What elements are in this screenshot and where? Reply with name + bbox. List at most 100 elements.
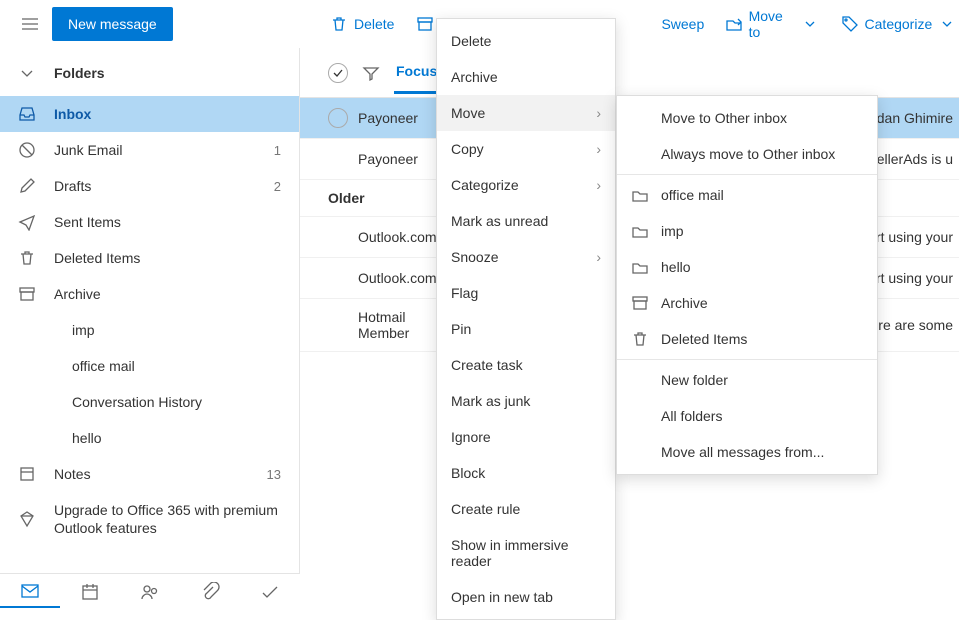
sub-folder-officemail[interactable]: office mail <box>617 177 877 213</box>
send-icon <box>18 213 36 231</box>
sidebar-item-label: Sent Items <box>36 214 281 230</box>
bottom-bar <box>0 573 300 609</box>
trash-icon <box>18 249 36 267</box>
tb-categorize[interactable]: Categorize <box>831 9 959 39</box>
sidebar-item-label: Inbox <box>36 106 281 122</box>
select-all-toggle[interactable] <box>328 63 348 83</box>
archive-icon <box>631 295 649 311</box>
focused-icon <box>362 64 380 82</box>
ctx-immersive-reader[interactable]: Show in immersive reader <box>437 527 615 579</box>
folders-label: Folders <box>54 65 105 81</box>
sidebar-item-label: office mail <box>36 358 281 374</box>
sub-move-all-from[interactable]: Move all messages from... <box>617 434 877 470</box>
trash-icon <box>631 331 649 347</box>
chevron-right-icon: › <box>596 141 601 157</box>
sidebar-item-label: imp <box>36 322 281 338</box>
sidebar: Folders Inbox Junk Email 1 Drafts 2 Sent… <box>0 48 300 573</box>
tb-sweep-label: Sweep <box>661 16 704 32</box>
archive-icon <box>416 15 434 33</box>
chevron-right-icon: › <box>596 105 601 121</box>
sidebar-hello[interactable]: hello <box>0 420 299 456</box>
sub-new-folder[interactable]: New folder <box>617 362 877 398</box>
move-submenu: Move to Other inbox Always move to Other… <box>616 95 878 475</box>
tb-sweep[interactable]: Sweep <box>651 10 712 38</box>
sidebar-notes[interactable]: Notes 13 <box>0 456 299 492</box>
ctx-delete[interactable]: Delete <box>437 23 615 59</box>
sidebar-upgrade[interactable]: Upgrade to Office 365 with premium Outlo… <box>0 492 299 546</box>
chevron-down-icon <box>938 15 956 33</box>
sub-move-other[interactable]: Move to Other inbox <box>617 100 877 136</box>
chevron-right-icon: › <box>596 249 601 265</box>
sidebar-item-label: Deleted Items <box>36 250 281 266</box>
nav-attach-icon[interactable] <box>180 576 240 608</box>
sidebar-item-label: Upgrade to Office 365 with premium Outlo… <box>36 501 281 537</box>
sidebar-item-label: Archive <box>36 286 281 302</box>
nav-mail-icon[interactable] <box>0 576 60 608</box>
ctx-pin[interactable]: Pin <box>437 311 615 347</box>
context-menu: Delete Archive Move› Copy› Categorize› M… <box>436 18 616 620</box>
sidebar-sent[interactable]: Sent Items <box>0 204 299 240</box>
folders-header[interactable]: Folders <box>0 48 299 96</box>
archive-icon <box>18 285 36 303</box>
diamond-icon <box>18 510 36 528</box>
sidebar-archive[interactable]: Archive <box>0 276 299 312</box>
sidebar-imp[interactable]: imp <box>0 312 299 348</box>
ctx-create-rule[interactable]: Create rule <box>437 491 615 527</box>
message-preview: pellerAds is u <box>869 151 953 167</box>
tb-delete-label: Delete <box>354 16 394 32</box>
sub-always-move-other[interactable]: Always move to Other inbox <box>617 136 877 172</box>
nav-people-icon[interactable] <box>120 576 180 608</box>
separator <box>617 174 877 175</box>
chevron-down-icon <box>802 15 819 33</box>
nav-calendar-icon[interactable] <box>60 576 120 608</box>
ctx-flag[interactable]: Flag <box>437 275 615 311</box>
ctx-copy[interactable]: Copy› <box>437 131 615 167</box>
sidebar-deleted[interactable]: Deleted Items <box>0 240 299 276</box>
ctx-mark-junk[interactable]: Mark as junk <box>437 383 615 419</box>
count-badge: 13 <box>267 467 281 482</box>
tb-delete[interactable]: Delete <box>320 9 404 39</box>
folder-icon <box>631 187 649 203</box>
ctx-ignore[interactable]: Ignore <box>437 419 615 455</box>
select-circle[interactable] <box>328 108 348 128</box>
sidebar-junk[interactable]: Junk Email 1 <box>0 132 299 168</box>
toolbar-actions: Delete Archive Sweep Move to Categorize … <box>320 0 959 48</box>
tag-icon <box>841 15 859 33</box>
sidebar-item-label: hello <box>36 430 281 446</box>
sub-folder-imp[interactable]: imp <box>617 213 877 249</box>
hamburger-icon[interactable] <box>14 8 46 40</box>
tb-moveto-label: Move to <box>749 8 796 40</box>
count-badge: 1 <box>274 143 281 158</box>
block-icon <box>18 141 36 159</box>
pencil-icon <box>18 177 36 195</box>
list-header: Focused <box>300 48 959 98</box>
nav-todo-icon[interactable] <box>240 576 300 608</box>
sidebar-conversation-history[interactable]: Conversation History <box>0 384 299 420</box>
inbox-icon <box>18 105 36 123</box>
tb-move-to[interactable]: Move to <box>715 2 829 46</box>
folder-icon <box>631 223 649 239</box>
new-message-button[interactable]: New message <box>52 7 173 41</box>
sub-folder-deleted[interactable]: Deleted Items <box>617 321 877 357</box>
sub-all-folders[interactable]: All folders <box>617 398 877 434</box>
ctx-snooze[interactable]: Snooze› <box>437 239 615 275</box>
sidebar-drafts[interactable]: Drafts 2 <box>0 168 299 204</box>
ctx-archive[interactable]: Archive <box>437 59 615 95</box>
sidebar-item-label: Junk Email <box>36 142 274 158</box>
sidebar-item-label: Notes <box>36 466 267 482</box>
ctx-move[interactable]: Move› <box>437 95 615 131</box>
ctx-mark-unread[interactable]: Mark as unread <box>437 203 615 239</box>
ctx-open-new-tab[interactable]: Open in new tab <box>437 579 615 615</box>
ctx-block[interactable]: Block <box>437 455 615 491</box>
note-icon <box>18 465 36 483</box>
sidebar-inbox[interactable]: Inbox <box>0 96 299 132</box>
sub-folder-archive[interactable]: Archive <box>617 285 877 321</box>
ctx-create-task[interactable]: Create task <box>437 347 615 383</box>
sidebar-officemail[interactable]: office mail <box>0 348 299 384</box>
sub-folder-hello[interactable]: hello <box>617 249 877 285</box>
tb-categorize-label: Categorize <box>865 16 933 32</box>
moveto-icon <box>725 15 743 33</box>
sidebar-item-label: Drafts <box>36 178 274 194</box>
sidebar-item-label: Conversation History <box>36 394 281 410</box>
ctx-categorize[interactable]: Categorize› <box>437 167 615 203</box>
